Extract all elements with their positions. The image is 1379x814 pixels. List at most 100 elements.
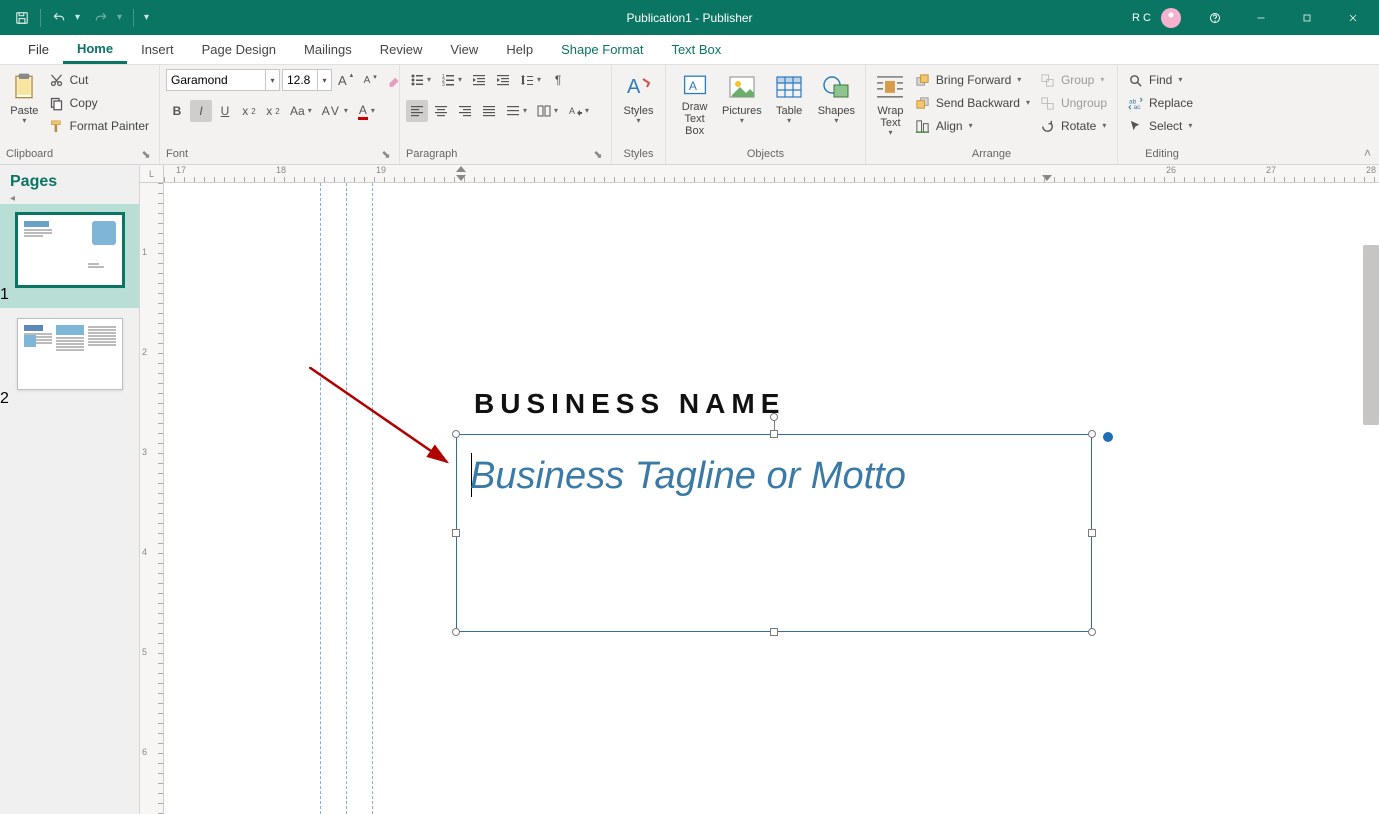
rotate-handle[interactable]	[770, 413, 778, 421]
pilcrow-button[interactable]: ¶	[547, 69, 569, 91]
send-backward-button[interactable]: Send Backward ▾	[911, 92, 1034, 114]
resize-handle-nw[interactable]	[452, 430, 460, 438]
undo-dropdown[interactable]: ▾	[75, 12, 85, 23]
copy-button[interactable]: Copy	[45, 92, 153, 114]
table-button[interactable]: Table ▾	[767, 69, 812, 139]
close-button[interactable]	[1331, 0, 1375, 35]
resize-handle-w[interactable]	[452, 529, 460, 537]
increase-indent-button[interactable]	[492, 69, 514, 91]
page-thumbnail-1[interactable]	[17, 214, 123, 286]
resize-handle-sw[interactable]	[452, 628, 460, 636]
ruler-tick	[344, 177, 345, 182]
wrap-text-button[interactable]: Wrap Text ▾	[872, 69, 909, 139]
bold-button[interactable]: B	[166, 100, 188, 122]
align-left-button[interactable]	[406, 100, 428, 122]
format-painter-button[interactable]: Format Painter	[45, 115, 153, 137]
subscript-button[interactable]: x2	[238, 100, 260, 122]
tab-help[interactable]: Help	[492, 35, 547, 64]
rotate-button[interactable]: Rotate ▾	[1036, 115, 1111, 137]
layout-options-handle[interactable]	[1103, 432, 1113, 442]
font-size-combo[interactable]: ▾	[282, 69, 332, 91]
vertical-scrollbar[interactable]	[1363, 245, 1379, 745]
tab-insert[interactable]: Insert	[127, 35, 188, 64]
paragraph-dialog-launcher[interactable]: ⬊	[595, 149, 605, 159]
maximize-button[interactable]	[1285, 0, 1329, 35]
user-avatar[interactable]	[1161, 8, 1181, 28]
qat-customize[interactable]: ▾	[144, 12, 154, 23]
minimize-button[interactable]	[1239, 0, 1283, 35]
char-spacing-button[interactable]: AV▾	[318, 100, 352, 122]
ruler-corner[interactable]: L	[140, 165, 164, 183]
font-size-input[interactable]	[282, 69, 318, 91]
help-button[interactable]	[1193, 0, 1237, 35]
columns-button[interactable]: ▾	[533, 100, 562, 122]
pages-collapse-button[interactable]: ◂	[0, 193, 15, 204]
font-name-input[interactable]	[166, 69, 266, 91]
font-name-dropdown[interactable]: ▾	[266, 69, 280, 91]
resize-handle-e[interactable]	[1088, 529, 1096, 537]
paste-button[interactable]: Paste ▾	[6, 69, 43, 139]
collapse-ribbon-button[interactable]: ˄	[1364, 146, 1371, 160]
tab-mailings[interactable]: Mailings	[290, 35, 366, 64]
bring-forward-button[interactable]: Bring Forward ▾	[911, 69, 1034, 91]
align-button[interactable]: Align ▾	[911, 115, 1034, 137]
pictures-button[interactable]: Pictures ▾	[719, 69, 764, 139]
italic-button[interactable]: I	[190, 100, 212, 122]
tab-home[interactable]: Home	[63, 35, 127, 64]
font-color-button[interactable]: A▾	[354, 100, 379, 122]
group-button[interactable]: Group ▾	[1036, 69, 1111, 91]
font-dialog-launcher[interactable]: ⬊	[383, 149, 393, 159]
superscript-button[interactable]: x2	[262, 100, 284, 122]
tagline-text[interactable]: Business Tagline or Motto	[457, 435, 1091, 498]
ruler-tick	[284, 177, 285, 182]
underline-button[interactable]: U	[214, 100, 236, 122]
ruler-vertical[interactable]: 1 2 3 4 5 6	[140, 183, 164, 814]
resize-handle-s[interactable]	[770, 628, 778, 636]
ruler-horizontal[interactable]: 17 18 19 26 27 28	[164, 165, 1379, 183]
resize-handle-se[interactable]	[1088, 628, 1096, 636]
replace-button[interactable]: abac Replace	[1124, 92, 1197, 114]
first-line-indent[interactable]	[456, 166, 466, 172]
draw-text-box-button[interactable]: A Draw Text Box	[672, 69, 717, 139]
find-button[interactable]: Find ▾	[1124, 69, 1197, 91]
business-name-text[interactable]: BUSINESS NAME	[474, 388, 785, 420]
align-center-button[interactable]	[430, 100, 452, 122]
grow-font-button[interactable]: A▴	[334, 69, 357, 91]
decrease-indent-button[interactable]	[468, 69, 490, 91]
distribute-button[interactable]: ▾	[502, 100, 531, 122]
bring-forward-label: Bring Forward	[936, 73, 1011, 87]
shrink-font-button[interactable]: A▾	[359, 69, 381, 91]
tab-shape-format[interactable]: Shape Format	[547, 35, 657, 64]
align-right-button[interactable]	[454, 100, 476, 122]
resize-handle-ne[interactable]	[1088, 430, 1096, 438]
redo-button[interactable]	[89, 6, 113, 30]
change-case-button[interactable]: Aa ▾	[286, 100, 316, 122]
bullets-button[interactable]: ▾	[406, 69, 435, 91]
styles-button[interactable]: A Styles ▾	[618, 69, 659, 139]
tab-text-box[interactable]: Text Box	[657, 35, 735, 64]
tab-view[interactable]: View	[436, 35, 492, 64]
ungroup-button[interactable]: Ungroup	[1036, 92, 1111, 114]
font-name-combo[interactable]: ▾	[166, 69, 280, 91]
document-canvas[interactable]: BUSINESS NAME Business Tagline or Mott	[164, 183, 1379, 814]
cut-button[interactable]: Cut	[45, 69, 153, 91]
justify-button[interactable]	[478, 100, 500, 122]
resize-handle-n[interactable]	[770, 430, 778, 438]
numbering-button[interactable]: 123▾	[437, 69, 466, 91]
ruler-tick	[158, 593, 163, 594]
selected-text-box[interactable]: Business Tagline or Motto	[456, 434, 1092, 632]
scroll-thumb[interactable]	[1363, 245, 1379, 425]
page-thumbnail-2[interactable]	[17, 318, 123, 390]
tab-page-design[interactable]: Page Design	[188, 35, 290, 64]
font-size-dropdown[interactable]: ▾	[318, 69, 332, 91]
shapes-button[interactable]: Shapes ▾	[814, 69, 859, 139]
line-spacing-button[interactable]: ▾	[516, 69, 545, 91]
tab-review[interactable]: Review	[366, 35, 437, 64]
text-direction-button[interactable]: A▾	[564, 100, 593, 122]
redo-dropdown[interactable]: ▾	[117, 12, 127, 23]
clipboard-dialog-launcher[interactable]: ⬊	[143, 149, 153, 159]
save-button[interactable]	[10, 6, 34, 30]
undo-button[interactable]	[47, 6, 71, 30]
tab-file[interactable]: File	[14, 35, 63, 64]
select-button[interactable]: Select ▾	[1124, 115, 1197, 137]
